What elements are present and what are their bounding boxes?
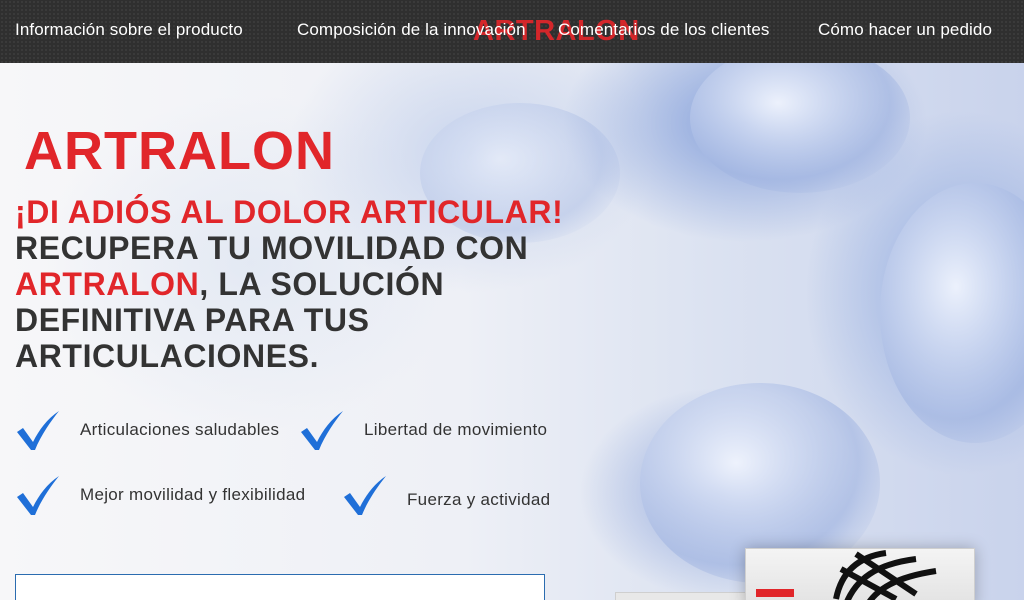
check-icon <box>344 476 386 515</box>
product-box-graphic <box>756 550 937 600</box>
order-form-frame[interactable] <box>15 574 545 600</box>
check-icon <box>17 411 59 450</box>
top-navigation: Información sobre el producto ARTRALON C… <box>0 0 1024 63</box>
bone-graphic <box>690 63 910 193</box>
nav-link-product-info[interactable]: Información sobre el producto <box>15 20 243 40</box>
nav-link-how-to-order[interactable]: Cómo hacer un pedido <box>818 20 992 40</box>
benefit-label: Mejor movilidad y flexibilidad <box>80 485 306 504</box>
check-icon <box>301 411 343 450</box>
benefit-label: Articulaciones saludables <box>80 420 280 439</box>
bone-graphic <box>880 183 1024 443</box>
nav-link-reviews[interactable]: Comentarios de los clientes <box>558 20 770 40</box>
hero-brand-logo: ARTRALON <box>24 121 335 181</box>
headline-line-1: ¡DI ADIÓS AL DOLOR ARTICULAR! <box>15 194 564 230</box>
benefit-label: Fuerza y actividad <box>407 490 551 509</box>
check-icon <box>17 476 59 515</box>
benefit-label: Libertad de movimiento <box>364 420 548 439</box>
nav-link-composition[interactable]: Composición de la innovación <box>297 20 526 40</box>
hero-headline: ¡DI ADIÓS AL DOLOR ARTICULAR! RECUPERA T… <box>15 194 595 374</box>
headline-brand: ARTRALON <box>15 266 200 302</box>
product-box-secondary <box>615 592 755 600</box>
product-box-image <box>745 548 975 600</box>
headline-line-2: RECUPERA TU MOVILIDAD CON <box>15 230 529 266</box>
